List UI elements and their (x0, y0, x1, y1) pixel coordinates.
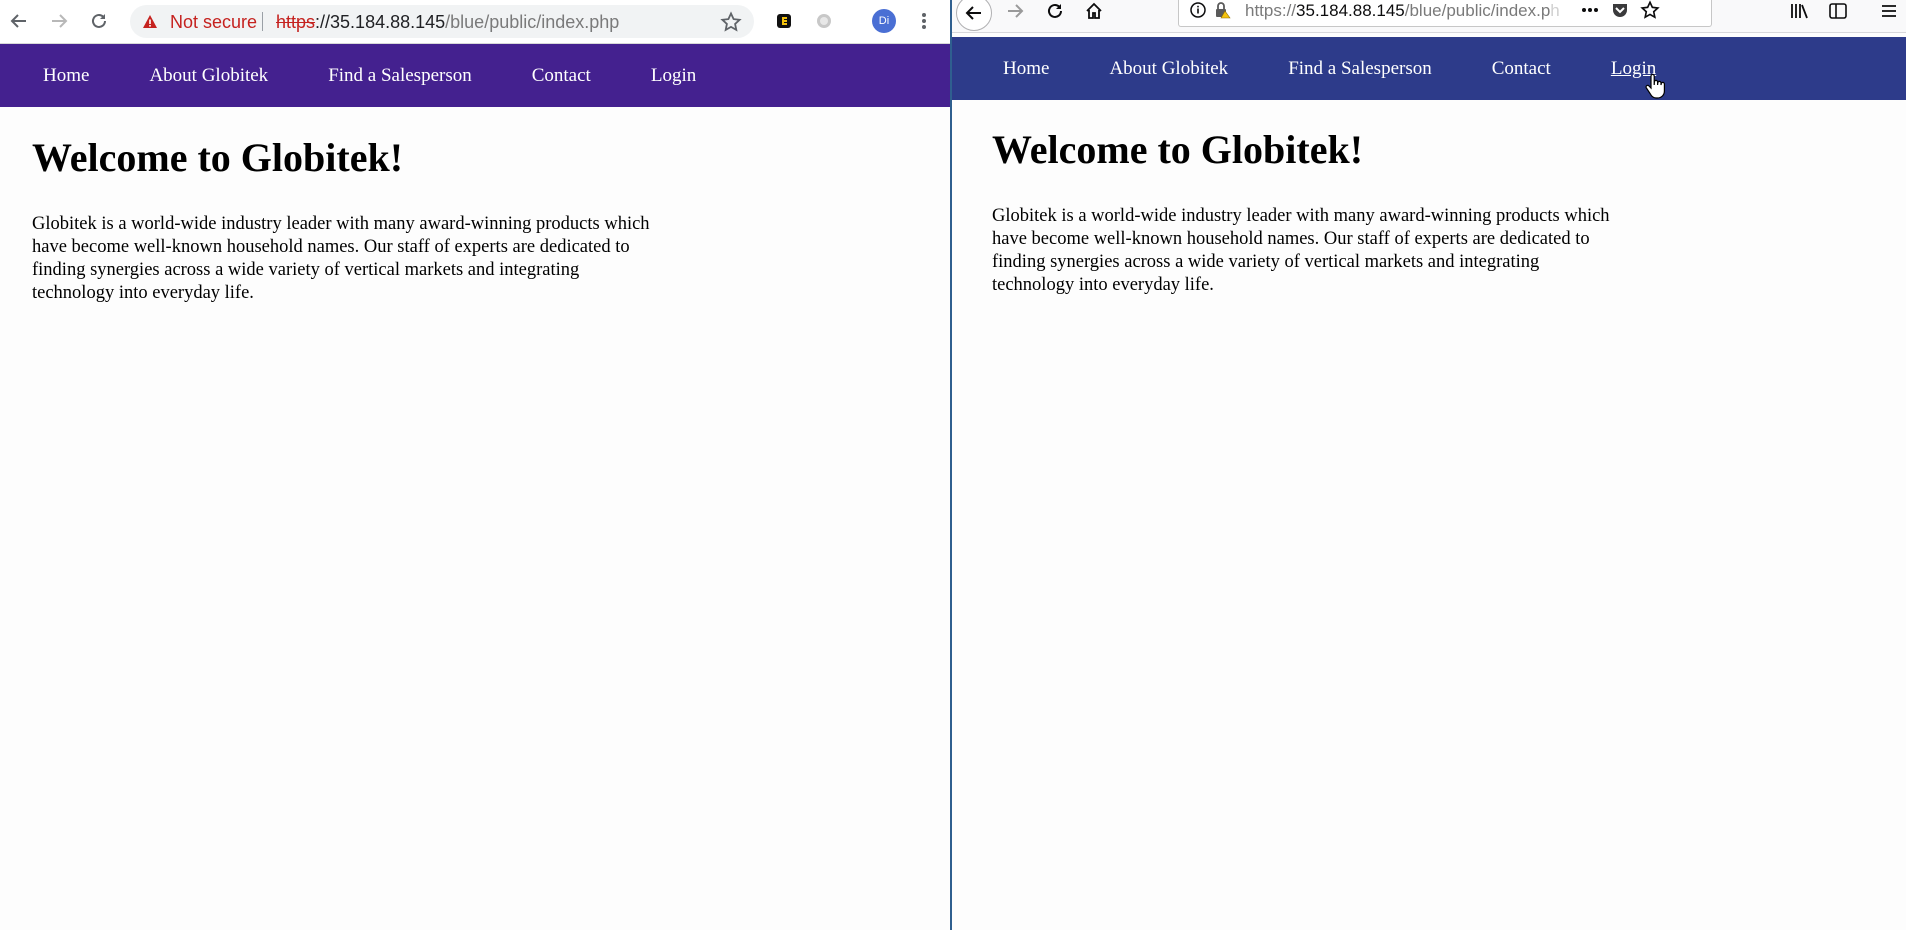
star-icon[interactable] (1639, 0, 1661, 21)
info-icon[interactable] (1187, 0, 1209, 21)
nav-find-salesperson[interactable]: Find a Salesperson (328, 65, 472, 87)
url-host: 35.184.88.145 (1296, 1, 1405, 20)
url-bar[interactable]: https://35.184.88.145/blue/public/index.… (1178, 0, 1712, 27)
security-status[interactable]: Not secure (170, 12, 257, 33)
nav-home[interactable]: Home (1003, 58, 1049, 80)
pocket-icon[interactable] (1609, 0, 1631, 21)
hand-cursor-icon (1644, 73, 1666, 100)
hamburger-icon[interactable] (1878, 0, 1900, 22)
firefox-window: https://35.184.88.145/blue/public/index.… (952, 0, 1906, 930)
main-content: Welcome to Globitek! Globitek is a world… (992, 127, 1612, 297)
firefox-toolbar: https://35.184.88.145/blue/public/index.… (952, 0, 1906, 33)
back-icon[interactable] (956, 0, 992, 31)
nav-about[interactable]: About Globitek (149, 65, 268, 87)
main-content: Welcome to Globitek! Globitek is a world… (32, 135, 652, 305)
forward-icon[interactable] (48, 10, 70, 32)
page-title: Welcome to Globitek! (992, 127, 1364, 172)
url-text[interactable]: https://35.184.88.145/blue/public/index.… (1245, 1, 1563, 21)
site-nav: Home About Globitek Find a Salesperson C… (952, 37, 1906, 100)
forward-icon[interactable] (1004, 0, 1026, 22)
more-icon[interactable] (1579, 0, 1601, 21)
nav-home[interactable]: Home (43, 65, 89, 87)
lock-icon[interactable] (1211, 0, 1233, 21)
nav-find-salesperson[interactable]: Find a Salesperson (1288, 58, 1432, 80)
reload-icon[interactable] (88, 10, 110, 32)
chrome-window: Not secure https://35.184.88.145/blue/pu… (0, 0, 950, 930)
nav-about[interactable]: About Globitek (1109, 58, 1228, 80)
url-host: ://35.184.88.145 (315, 12, 446, 32)
page-title: Welcome to Globitek! (32, 135, 404, 180)
intro-paragraph: Globitek is a world-wide industry leader… (32, 214, 650, 303)
nav-contact[interactable]: Contact (532, 65, 591, 87)
url-text[interactable]: https://35.184.88.145/blue/public/index.… (276, 12, 619, 33)
profile-avatar[interactable]: Di (872, 9, 896, 33)
nav-contact[interactable]: Contact (1492, 58, 1551, 80)
url-scheme: https (276, 12, 316, 32)
chrome-toolbar: Not secure https://35.184.88.145/blue/pu… (0, 0, 950, 44)
site-nav: Home About Globitek Find a Salesperson C… (0, 44, 950, 107)
library-icon[interactable] (1788, 0, 1810, 22)
back-icon[interactable] (8, 10, 30, 32)
url-path: /blue/public/index.php (445, 12, 620, 32)
url-path: /blue/public/index.p (1404, 1, 1551, 20)
extension-icon[interactable] (773, 10, 795, 32)
extension-icon-2[interactable] (813, 10, 835, 32)
home-icon[interactable] (1083, 0, 1105, 22)
url-fade: h (1550, 1, 1560, 20)
nav-login[interactable]: Login (651, 65, 696, 87)
star-icon[interactable] (720, 11, 742, 33)
warning-icon (142, 14, 158, 30)
menu-icon[interactable] (913, 10, 935, 32)
reload-icon[interactable] (1044, 0, 1066, 22)
omnibox[interactable]: Not secure https://35.184.88.145/blue/pu… (130, 5, 754, 38)
omnibox-separator (262, 12, 263, 31)
url-scheme: https:// (1245, 1, 1297, 20)
intro-paragraph: Globitek is a world-wide industry leader… (992, 206, 1610, 295)
sidebar-icon[interactable] (1827, 0, 1849, 22)
